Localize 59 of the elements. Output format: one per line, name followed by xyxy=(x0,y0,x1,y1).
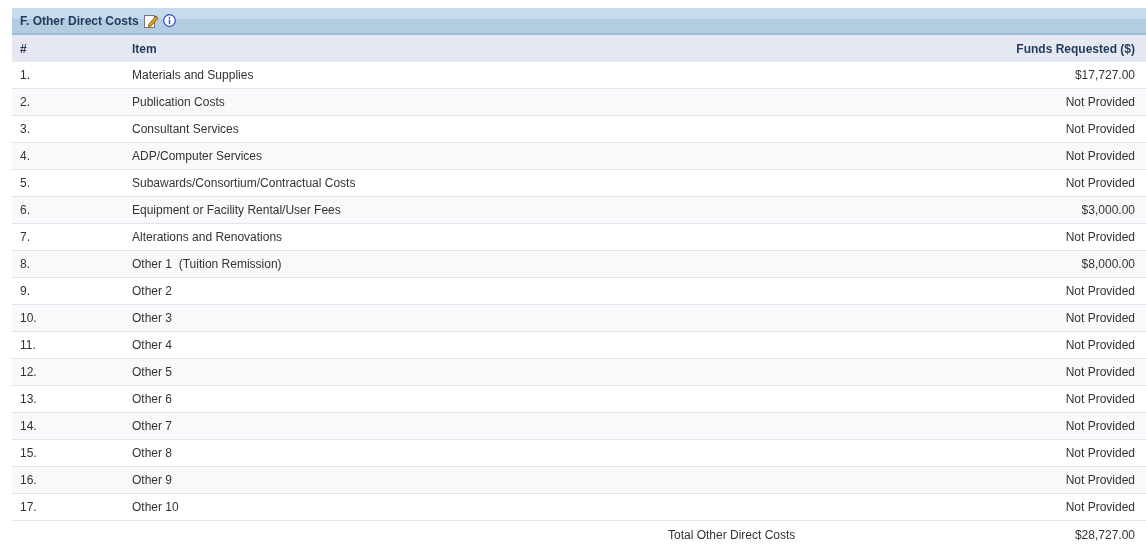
total-value: $28,727.00 xyxy=(1074,526,1136,544)
item-cell-text: Materials and Supplies xyxy=(132,67,255,84)
item-cell-text: Other 8 xyxy=(132,445,174,462)
item-cell-text: Consultant Services xyxy=(132,121,240,138)
item-cell-text: Other 9 xyxy=(132,472,174,489)
funds-cell-text: Not Provided xyxy=(1065,175,1136,192)
funds-cell-text: Not Provided xyxy=(1065,148,1136,165)
item-cell-text: Other 5 xyxy=(132,364,174,381)
row-number: 15. xyxy=(19,445,38,462)
funds-cell-text: Not Provided xyxy=(1065,445,1136,462)
item-cell-text: Other 10 xyxy=(132,499,180,516)
item-cell-text: Publication Costs xyxy=(132,94,226,111)
column-header: Funds Requested ($) xyxy=(1016,40,1136,58)
item-cell-text: Other 3 xyxy=(132,310,174,327)
item-cell-text: Other 7 xyxy=(132,418,174,435)
item-cell-text: ADP/Computer Services xyxy=(132,148,264,165)
item-cell-text: Subawards/Consortium/Contractual Costs xyxy=(132,175,357,192)
funds-cell-text: Not Provided xyxy=(1065,499,1136,516)
funds-cell-text: Not Provided xyxy=(1065,364,1136,381)
item-cell-text: Other 4 xyxy=(132,337,174,354)
funds-cell-text: Not Provided xyxy=(1065,94,1136,111)
row-number: 11. xyxy=(19,337,37,354)
item-cell-text: Alterations and Renovations xyxy=(132,229,284,246)
row-number: 4. xyxy=(19,148,31,165)
row-number: 9. xyxy=(19,283,31,300)
column-header: # xyxy=(19,40,28,58)
funds-cell-text: Not Provided xyxy=(1065,310,1136,327)
row-number: 3. xyxy=(19,121,31,138)
total-label: Total Other Direct Costs xyxy=(667,526,797,544)
item-cell-text: Equipment or Facility Rental/User Fees xyxy=(132,202,342,219)
row-number: 12. xyxy=(19,364,38,381)
funds-cell-text: Not Provided xyxy=(1065,472,1136,489)
funds-cell-text: $3,000.00 xyxy=(1081,202,1136,219)
row-number: 17. xyxy=(19,499,38,516)
funds-cell-text: Not Provided xyxy=(1065,121,1136,138)
edit-icon[interactable] xyxy=(142,12,159,29)
funds-cell-text: $17,727.00 xyxy=(1074,67,1136,84)
row-number: 1. xyxy=(19,67,31,84)
row-number: 8. xyxy=(19,256,31,273)
funds-cell-text: $8,000.00 xyxy=(1081,256,1136,273)
row-number: 2. xyxy=(19,94,31,111)
row-number: 5. xyxy=(19,175,31,192)
item-cell-text: Other 1 (Tuition Remission) xyxy=(132,256,283,273)
row-number: 7. xyxy=(19,229,31,246)
item-cell-text: Other 2 xyxy=(132,283,174,300)
info-icon[interactable] xyxy=(162,14,176,27)
funds-cell-text: Not Provided xyxy=(1065,337,1136,354)
column-header: Item xyxy=(132,40,158,58)
row-number: 13. xyxy=(19,391,38,408)
funds-cell-text: Not Provided xyxy=(1065,418,1136,435)
row-number: 6. xyxy=(19,202,31,219)
funds-cell-text: Not Provided xyxy=(1065,283,1136,300)
item-cell-text: Other 6 xyxy=(132,391,174,408)
funds-cell-text: Not Provided xyxy=(1065,391,1136,408)
section-title: F. Other Direct Costs xyxy=(20,12,139,30)
row-number: 16. xyxy=(19,472,38,489)
funds-cell-text: Not Provided xyxy=(1065,229,1136,246)
row-number: 14. xyxy=(19,418,38,435)
row-number: 10. xyxy=(19,310,38,327)
